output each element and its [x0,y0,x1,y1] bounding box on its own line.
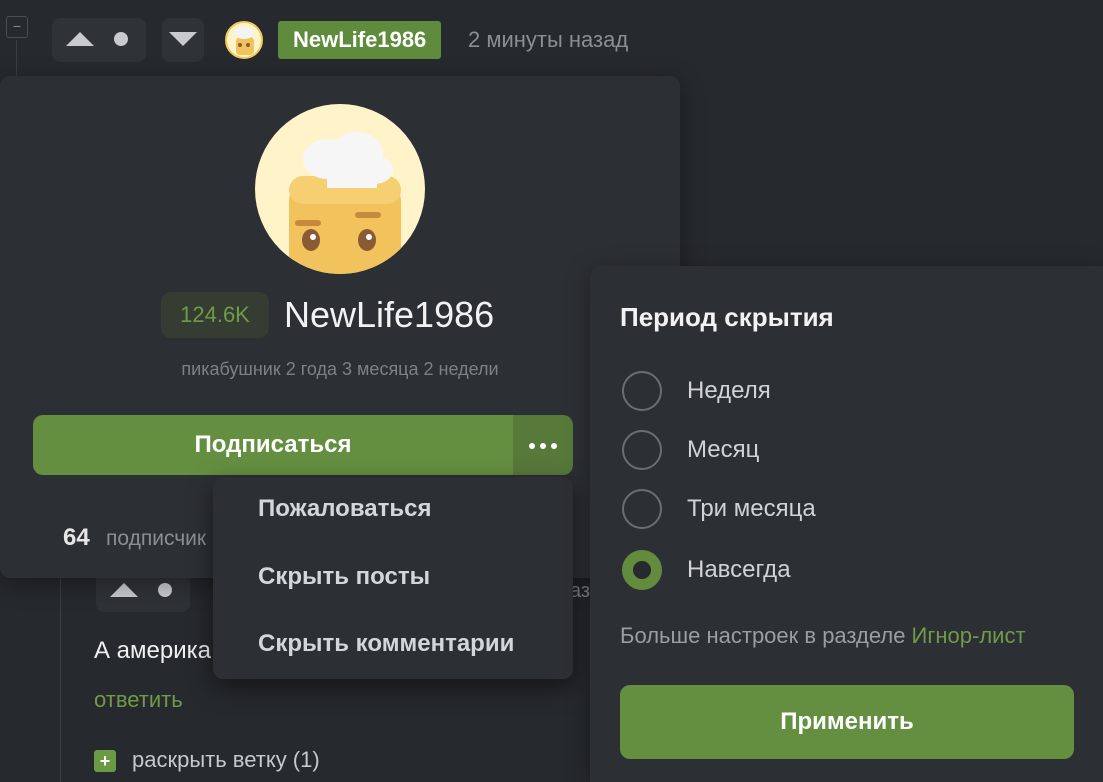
author-avatar[interactable] [225,21,263,59]
child-comment-text: А америка [94,637,211,664]
partial-text: аз [570,580,591,602]
subscribers-label: подписчик [106,527,207,550]
child-rating-dot-icon [158,583,172,597]
popup-title: Период скрытия [620,302,834,332]
profile-avatar [255,104,425,274]
child-thread-line [60,575,61,782]
profile-meta: пикабушник 2 года 3 месяца 2 недели [181,359,499,379]
radio-label: Навсегда [687,556,791,583]
more-dots-icon [529,443,535,449]
hide-period-popup: Период скрытия Неделя Месяц Три месяца Н… [590,266,1103,782]
comment-time: 2 минуты назад [468,27,629,52]
profile-rating-badge: 124.6K [161,292,269,338]
menu-item-hide-posts[interactable]: Скрыть посты [258,563,430,591]
ignore-list-link[interactable]: Игнор-лист [912,623,1026,648]
chef-toast-avatar-icon [289,132,401,274]
more-dots-icon [540,443,546,449]
rating-dot-icon [114,32,128,46]
radio-checked-icon[interactable] [622,550,662,590]
radio-unchecked-icon[interactable] [622,371,662,411]
more-settings-prefix: Больше настроек в разделе [620,623,912,648]
chef-toast-avatar-icon [234,27,254,55]
expand-branch-link[interactable]: раскрыть ветку (1) [132,747,320,773]
expand-plus-icon[interactable]: + [94,750,116,772]
radio-label: Неделя [687,377,771,404]
menu-item-report[interactable]: Пожаловаться [258,495,431,523]
child-upvote-icon[interactable] [110,583,138,597]
radio-unchecked-icon[interactable] [622,430,662,470]
subscribe-button[interactable]: Подписаться [33,415,513,475]
menu-item-hide-comments[interactable]: Скрыть комментарии [258,630,514,658]
radio-label: Месяц [687,436,760,463]
thread-line [16,40,17,80]
subscribers-count: 64 [63,524,90,551]
profile-name[interactable]: NewLife1986 [284,294,494,336]
collapse-thread-button[interactable]: − [6,16,28,38]
downvote-icon[interactable] [169,32,197,46]
upvote-icon[interactable] [66,32,94,46]
reply-link[interactable]: ответить [94,687,183,713]
apply-button[interactable]: Применить [620,685,1074,759]
author-name-badge[interactable]: NewLife1986 [278,21,442,59]
more-settings-text: Больше настроек в разделе Игнор-лист [620,623,1026,649]
radio-label: Три месяца [687,495,816,522]
context-menu: Пожаловаться Скрыть посты Скрыть коммент… [213,477,573,679]
more-options-button[interactable] [513,415,573,475]
more-dots-icon [551,443,557,449]
radio-unchecked-icon[interactable] [622,489,662,529]
